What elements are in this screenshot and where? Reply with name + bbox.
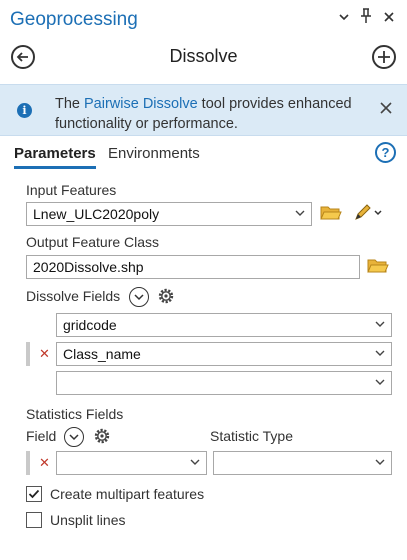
tab-environments[interactable]: Environments — [108, 145, 200, 162]
chevron-down-icon — [134, 294, 144, 301]
edit-pencil-icon[interactable] — [353, 203, 383, 228]
statistics-row-drag-handle[interactable] — [26, 451, 30, 475]
title-bar: Geoprocessing — [0, 0, 407, 38]
unsplit-lines-checkbox[interactable] — [26, 512, 42, 528]
unsplit-lines-label: Unsplit lines — [50, 512, 126, 528]
banner-close-icon[interactable] — [380, 101, 392, 119]
output-feature-class-input[interactable]: 2020Dissolve.shp — [26, 255, 360, 279]
dissolve-fields-label: Dissolve Fields — [26, 288, 121, 304]
dissolve-fields-options-button[interactable] — [129, 287, 149, 307]
chevron-down-icon — [375, 350, 385, 356]
pairwise-dissolve-link[interactable]: Pairwise Dissolve — [84, 96, 198, 112]
statistic-type-select[interactable] — [213, 451, 392, 475]
browse-input-folder-icon[interactable] — [320, 204, 342, 227]
remove-statistics-row-icon[interactable]: ✕ — [39, 455, 50, 471]
statistics-fields-gear-icon[interactable] — [92, 426, 112, 451]
chevron-down-icon — [375, 379, 385, 385]
info-icon: i — [17, 103, 32, 118]
active-tab-indicator — [14, 166, 96, 169]
output-feature-class-value: 2020Dissolve.shp — [33, 259, 144, 275]
dissolve-field-2-value: Class_name — [63, 346, 141, 362]
help-icon[interactable]: ? — [375, 142, 396, 163]
dissolve-field-1-value: gridcode — [63, 317, 117, 333]
pane-title: Geoprocessing — [10, 9, 138, 30]
dissolve-field-3-select[interactable] — [56, 371, 392, 395]
input-features-label: Input Features — [26, 182, 117, 198]
chevron-down-icon — [375, 321, 385, 327]
chevron-down-icon — [295, 210, 305, 216]
info-banner: i The Pairwise Dissolve tool provides en… — [0, 84, 407, 136]
output-feature-class-label: Output Feature Class — [26, 234, 160, 250]
dissolve-field-2-select[interactable]: Class_name — [56, 342, 392, 366]
dissolve-field-1-select[interactable]: gridcode — [56, 313, 392, 337]
create-multipart-label: Create multipart features — [50, 486, 205, 502]
input-features-select[interactable]: Lnew_ULC2020poly — [26, 202, 312, 226]
plus-icon — [378, 51, 390, 63]
add-button[interactable] — [372, 45, 396, 69]
statistic-type-column-label: Statistic Type — [210, 428, 294, 444]
pin-icon[interactable] — [360, 8, 372, 27]
browse-output-folder-icon[interactable] — [367, 257, 389, 280]
dissolve-field-2-drag-handle[interactable] — [26, 342, 30, 366]
statistics-fields-label: Statistics Fields — [26, 406, 124, 422]
tab-parameters[interactable]: Parameters — [14, 145, 96, 162]
banner-text-before: The — [55, 96, 85, 112]
tool-title: Dissolve — [169, 46, 238, 66]
banner-message: The Pairwise Dissolve tool provides enha… — [55, 94, 355, 134]
statistics-field-select[interactable] — [56, 451, 207, 475]
statistics-fields-options-button[interactable] — [64, 427, 84, 447]
input-features-value: Lnew_ULC2020poly — [33, 206, 160, 222]
create-multipart-checkbox[interactable] — [26, 486, 42, 502]
checkmark-icon — [28, 489, 40, 499]
chevron-down-icon — [375, 459, 385, 465]
statistics-field-column-label: Field — [26, 428, 57, 444]
dissolve-fields-gear-icon[interactable] — [156, 286, 176, 311]
close-pane-icon[interactable] — [383, 10, 395, 26]
remove-dissolve-field-2-icon[interactable]: ✕ — [39, 346, 50, 362]
options-dropdown-icon[interactable] — [338, 10, 350, 26]
chevron-down-icon — [69, 434, 79, 441]
chevron-down-icon — [190, 459, 200, 465]
